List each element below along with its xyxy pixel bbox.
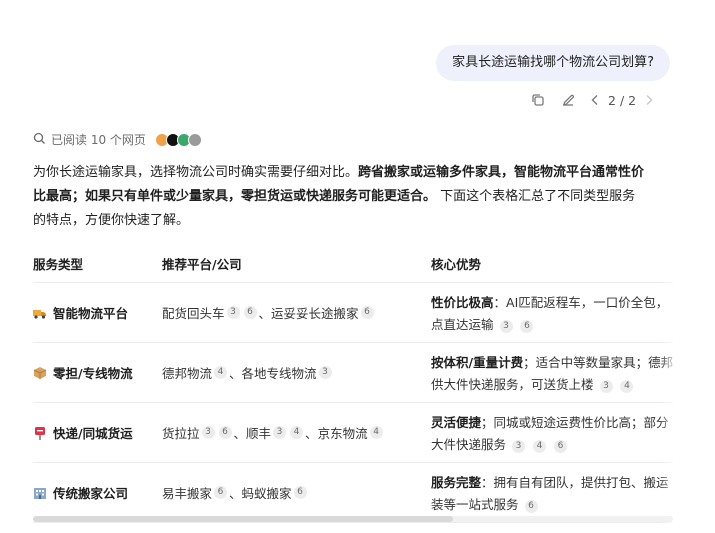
advantage-cell: 服务完整：拥有自有团队，提供打包、搬运 装等一站式服务 6 [431, 475, 669, 513]
citation-badge[interactable]: 4 [369, 426, 383, 439]
advantage-cell: 按体积/重量计费；适合中等数量家具；德邦 供大件快递服务，可送货上楼 3 4 [431, 355, 673, 393]
separator: 、 [305, 426, 318, 441]
citation-badge[interactable]: 3 [273, 426, 287, 439]
separator: 、 [233, 426, 247, 441]
platform-cell: 德邦物流 4 、 各地专线物流 3 [162, 363, 334, 382]
user-message-bubble: 家具长途运输找哪个物流公司划算? [436, 45, 670, 81]
table-row: 零担/专线物流 德邦物流 4 、 各地专线物流 3 按体积/重量计费；适合中等数… [33, 343, 673, 403]
table-row: 快递/同城货运 货拉拉 3 6 、 顺丰 3 4 、 京东物流 4 灵活便捷；同… [33, 403, 673, 463]
version-pager: 2 / 2 [590, 93, 654, 108]
citation-badge[interactable]: 4 [214, 366, 228, 379]
separator: 、 [229, 486, 242, 501]
truck-icon [33, 306, 47, 320]
citation-badge[interactable]: 6 [524, 500, 538, 513]
service-type-label: 零担/专线物流 [53, 366, 133, 381]
search-icon [33, 132, 46, 148]
platform-name: 顺丰 [246, 426, 272, 441]
citation-badge[interactable]: 6 [360, 306, 374, 319]
table-row: 传统搬家公司 易丰搬家 6 、 蚂蚁搬家 6 服务完整：拥有自有团队，提供打包、… [33, 463, 673, 523]
platform-cell: 货拉拉 3 6 、 顺丰 3 4 、 京东物流 4 [162, 423, 385, 442]
office-building-icon [33, 486, 47, 500]
platform-cell: 配货回头车 3 6 、 运妥妥长途搬家 6 [162, 303, 376, 322]
citation-badge[interactable]: 3 [499, 320, 513, 333]
comparison-table: 服务类型 推荐平台/公司 核心优势 智能物流平台 配货回头车 3 6 、 运妥妥… [33, 246, 673, 523]
citation-badge[interactable]: 4 [290, 426, 304, 439]
service-type-label: 智能物流平台 [53, 306, 129, 321]
table-header: 服务类型 推荐平台/公司 核心优势 [33, 246, 673, 283]
citation-badge[interactable]: 4 [620, 380, 634, 393]
separator: 、 [229, 366, 242, 381]
search-label: 已阅读 10 个网页 [51, 133, 146, 147]
message-actions: 2 / 2 [530, 90, 654, 110]
citation-badge[interactable]: 3 [201, 426, 215, 439]
chevron-left-icon[interactable] [590, 94, 600, 106]
edit-icon[interactable] [560, 92, 576, 108]
advantage-cell: 灵活便捷；同城或短途运费性价比高；部分 大件快递服务 3 4 6 [431, 415, 669, 453]
citation-badge[interactable]: 3 [318, 366, 332, 379]
service-type-label: 快递/同城货运 [53, 426, 133, 441]
header-advantage: 核心优势 [431, 257, 482, 272]
source-favicons [154, 132, 202, 147]
service-type-label: 传统搬家公司 [53, 486, 129, 501]
citation-badge[interactable]: 3 [226, 306, 240, 319]
platform-name: 蚂蚁搬家 [241, 486, 292, 501]
citation-badge[interactable]: 6 [293, 486, 307, 499]
platform-name: 易丰搬家 [162, 486, 213, 501]
citation-badge[interactable]: 6 [520, 320, 534, 333]
citation-badge[interactable]: 3 [599, 380, 613, 393]
postbox-icon [33, 426, 47, 440]
citation-badge[interactable]: 6 [214, 486, 228, 499]
search-summary[interactable]: 已阅读 10 个网页 [33, 131, 202, 148]
copy-icon[interactable] [530, 92, 546, 108]
citation-badge[interactable]: 6 [553, 440, 567, 453]
platform-name: 配货回头车 [162, 306, 225, 321]
platform-cell: 易丰搬家 6 、 蚂蚁搬家 6 [162, 483, 309, 502]
citation-badge[interactable]: 4 [532, 440, 546, 453]
platform-name: 各地专线物流 [241, 366, 317, 381]
table-row: 智能物流平台 配货回头车 3 6 、 运妥妥长途搬家 6 性价比极高：AI匹配返… [33, 283, 673, 343]
platform-name: 货拉拉 [162, 426, 200, 441]
citation-badge[interactable]: 3 [512, 440, 525, 453]
pager-text: 2 / 2 [608, 92, 637, 108]
header-service-type: 服务类型 [33, 257, 84, 272]
header-platform: 推荐平台/公司 [162, 257, 242, 272]
table-horizontal-scrollbar[interactable] [33, 516, 673, 522]
advantage-cell: 性价比极高：AI匹配返程车，一口价全包， 点直达运输 3 6 [431, 295, 669, 333]
table-overflow-fade [660, 246, 678, 526]
platform-name: 京东物流 [317, 426, 368, 441]
citation-badge[interactable]: 6 [243, 306, 257, 319]
platform-name: 德邦物流 [162, 366, 213, 381]
citation-badge[interactable]: 6 [218, 426, 232, 439]
scrollbar-thumb[interactable] [33, 516, 453, 522]
source-favicon-icon [187, 132, 202, 147]
separator: 、 [258, 306, 272, 321]
chevron-right-icon[interactable] [644, 94, 654, 106]
platform-name: 运妥妥长途搬家 [271, 306, 359, 321]
package-icon [33, 366, 47, 380]
answer-intro: 为你长途运输家具，选择物流公司时确实需要仔细对比。跨省搬家或运输多件家具，智能物… [33, 165, 645, 228]
